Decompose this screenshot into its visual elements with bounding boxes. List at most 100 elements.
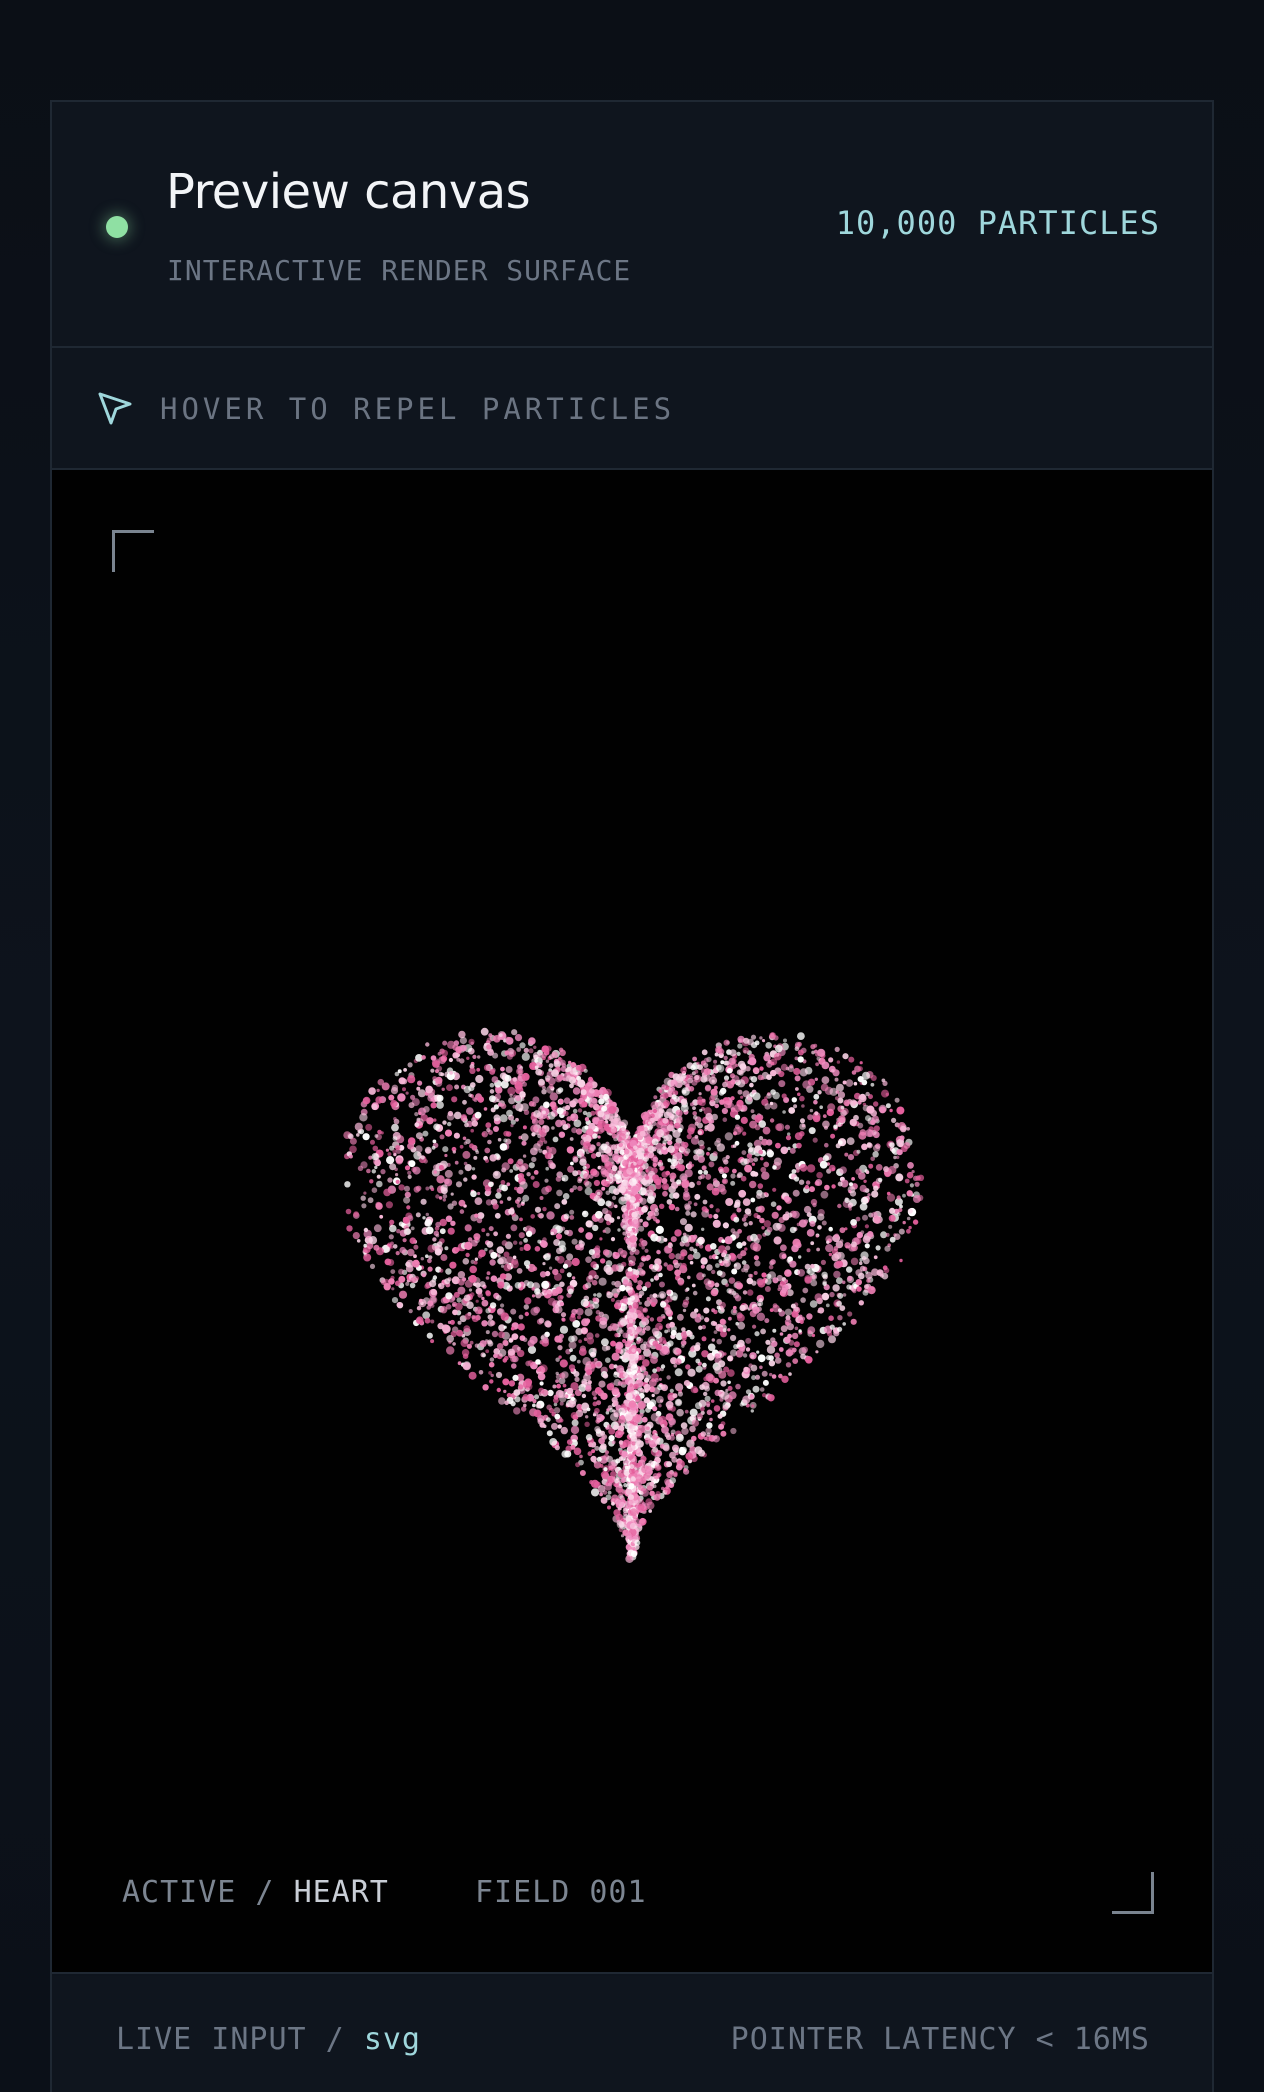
particle: [779, 1332, 784, 1336]
particle: [375, 1096, 383, 1104]
particle: [743, 1049, 747, 1054]
particle: [722, 1328, 727, 1333]
particle: [586, 1407, 591, 1412]
particle: [850, 1257, 859, 1266]
particle: [709, 1095, 716, 1102]
particle: [435, 1194, 440, 1199]
particle: [744, 1247, 748, 1251]
particle: [542, 1086, 546, 1090]
particle: [552, 1268, 559, 1276]
particle: [685, 1296, 690, 1301]
particle: [543, 1101, 550, 1109]
particle: [690, 1211, 697, 1218]
particle: [381, 1082, 390, 1091]
particle: [530, 1147, 538, 1156]
particle: [498, 1397, 506, 1405]
particle: [781, 1093, 787, 1099]
particle: [470, 1082, 476, 1088]
particle: [581, 1101, 588, 1108]
particle: [858, 1300, 864, 1306]
particle: [652, 1406, 658, 1412]
particle: [514, 1186, 518, 1191]
particle: [666, 1199, 673, 1205]
particle: [626, 1477, 631, 1482]
particle: [661, 1177, 668, 1184]
particle: [569, 1215, 575, 1220]
particle: [474, 1111, 482, 1119]
particle: [849, 1182, 853, 1187]
particle: [896, 1139, 905, 1147]
particle: [421, 1055, 426, 1060]
particle: [414, 1112, 419, 1117]
particle: [566, 1116, 572, 1122]
particle: [555, 1379, 559, 1383]
particle: [722, 1166, 730, 1174]
render-canvas[interactable]: ACTIVE / HEART FIELD 001: [52, 470, 1212, 1974]
particle: [490, 1251, 498, 1259]
particle: [599, 1492, 603, 1497]
particle: [486, 1241, 494, 1248]
particle: [810, 1279, 818, 1287]
particle: [605, 1190, 611, 1196]
particle: [631, 1476, 636, 1482]
particle: [516, 1047, 522, 1052]
particle: [592, 1302, 600, 1309]
particle: [520, 1133, 529, 1142]
particle: [784, 1124, 791, 1130]
particle: [580, 1298, 589, 1307]
particle: [669, 1388, 674, 1393]
particle: [513, 1407, 521, 1415]
particle: [706, 1264, 713, 1271]
particle: [384, 1258, 392, 1266]
particle: [444, 1246, 449, 1251]
particle: [550, 1231, 554, 1236]
particle: [557, 1345, 563, 1351]
particle: [713, 1059, 718, 1064]
particle: [594, 1252, 601, 1259]
particle: [666, 1289, 672, 1295]
particle: [630, 1364, 639, 1373]
particle: [611, 1165, 618, 1172]
particle: [477, 1254, 483, 1259]
particle: [775, 1044, 783, 1053]
particle: [851, 1177, 855, 1181]
particle: [677, 1313, 684, 1321]
particle: [598, 1311, 604, 1317]
particle: [761, 1226, 765, 1230]
particle: [714, 1282, 720, 1288]
particle: [824, 1184, 830, 1191]
particle: [577, 1185, 583, 1192]
particle: [658, 1377, 662, 1381]
particle: [635, 1395, 641, 1401]
particle: [395, 1251, 400, 1256]
particle: [600, 1392, 608, 1400]
particle: [806, 1229, 815, 1237]
particle: [459, 1209, 465, 1214]
particle: [564, 1450, 572, 1458]
particle: [511, 1333, 519, 1340]
particle: [720, 1430, 727, 1437]
particle: [632, 1152, 637, 1157]
particle: [758, 1298, 763, 1303]
heart-particle-field[interactable]: [52, 470, 1212, 1974]
particle: [764, 1278, 772, 1285]
particle: [625, 1285, 631, 1291]
particle: [549, 1163, 556, 1170]
particle: [470, 1128, 475, 1133]
particle: [565, 1105, 571, 1111]
particle: [778, 1070, 785, 1078]
particle: [605, 1494, 612, 1501]
particle: [653, 1275, 660, 1281]
particle: [791, 1097, 797, 1103]
particle: [828, 1315, 834, 1321]
particle: [704, 1085, 712, 1092]
particle: [820, 1083, 829, 1092]
particle: [439, 1134, 445, 1140]
particle: [470, 1041, 474, 1045]
particle: [828, 1335, 836, 1344]
particle: [622, 1507, 629, 1514]
particle: [553, 1397, 559, 1404]
particle: [584, 1308, 593, 1317]
particle: [706, 1432, 711, 1437]
particle: [390, 1100, 398, 1108]
